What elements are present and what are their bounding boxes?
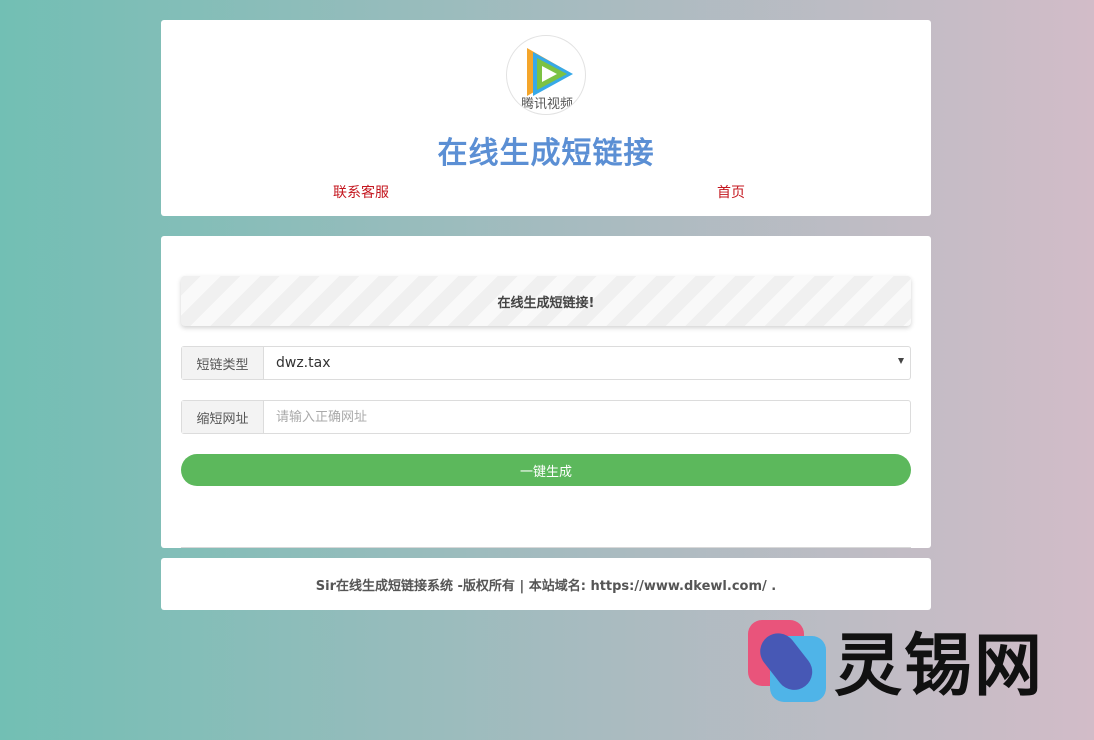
link-type-select[interactable]: dwz.tax xyxy=(264,347,910,379)
link-type-label: 短链类型 xyxy=(182,347,264,379)
header-card: 腾讯视频 在线生成短链接 联系客服 首页 xyxy=(161,20,931,216)
chevron-down-icon xyxy=(898,358,904,364)
site-logo[interactable]: 腾讯视频 xyxy=(506,35,586,115)
nav-contact-support[interactable]: 联系客服 xyxy=(333,182,389,202)
footer-copyright: Sir在线生成短链接系统 -版权所有 | 本站域名: https://www.d… xyxy=(315,578,777,594)
logo-caption: 腾讯视频 xyxy=(521,96,573,112)
watermark-text: 灵锡网 xyxy=(834,627,1045,706)
link-type-value: dwz.tax xyxy=(276,355,331,371)
shorten-url-input[interactable] xyxy=(264,401,910,433)
page-title: 在线生成短链接 xyxy=(437,136,655,171)
watermark: 灵锡网 xyxy=(744,612,1064,707)
watermark-logo-icon xyxy=(748,619,826,702)
shorten-url-label: 缩短网址 xyxy=(182,401,264,433)
footer-card: Sir在线生成短链接系统 -版权所有 | 本站域名: https://www.d… xyxy=(161,558,931,610)
generate-button[interactable]: 一键生成 xyxy=(181,454,911,486)
divider xyxy=(181,547,911,548)
notice-banner: 在线生成短链接! xyxy=(181,276,911,326)
form-card: 在线生成短链接! 短链类型 dwz.tax 缩短网址 一键生成 xyxy=(161,236,931,548)
shorten-url-group: 缩短网址 xyxy=(181,400,911,434)
play-logo-icon: 腾讯视频 xyxy=(521,48,573,112)
nav-home[interactable]: 首页 xyxy=(717,182,745,202)
link-type-group: 短链类型 dwz.tax xyxy=(181,346,911,380)
